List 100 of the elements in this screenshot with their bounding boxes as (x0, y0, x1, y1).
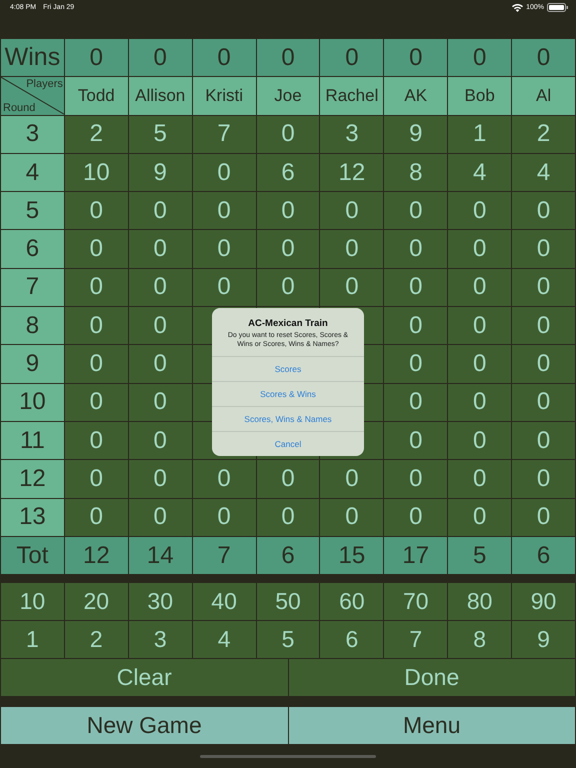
score-cell[interactable]: 4 (448, 154, 512, 192)
dialog-action[interactable]: Cancel (212, 431, 364, 456)
score-cell[interactable]: 0 (64, 498, 128, 536)
keypad-key[interactable]: 6 (320, 621, 384, 658)
score-cell[interactable]: 0 (448, 460, 512, 498)
score-cell[interactable]: 0 (512, 230, 575, 268)
score-cell[interactable]: 0 (512, 307, 575, 344)
score-cell[interactable]: 0 (64, 268, 128, 306)
score-cell[interactable]: 0 (384, 230, 448, 268)
score-cell[interactable]: 10 (64, 154, 128, 192)
score-cell[interactable]: 0 (128, 192, 192, 230)
score-cell[interactable]: 0 (256, 192, 320, 230)
score-cell[interactable]: 0 (384, 268, 448, 306)
keypad-key[interactable]: 50 (256, 583, 320, 620)
player-name[interactable]: Joe (256, 77, 320, 115)
keypad-key[interactable]: 90 (512, 583, 575, 620)
score-cell[interactable]: 0 (384, 498, 448, 536)
score-cell[interactable]: 0 (128, 498, 192, 536)
keypad-key[interactable]: 80 (448, 583, 512, 620)
score-cell[interactable]: 0 (384, 345, 448, 383)
dialog-action[interactable]: Scores & Wins (212, 381, 364, 406)
player-name[interactable]: Bob (448, 77, 512, 115)
player-name[interactable]: Allison (128, 77, 192, 115)
score-cell[interactable]: 0 (320, 460, 384, 498)
score-cell[interactable]: 0 (448, 498, 512, 536)
score-cell[interactable]: 0 (64, 422, 128, 460)
keypad-key[interactable]: 70 (384, 583, 448, 620)
dialog-action[interactable]: Scores (212, 356, 364, 381)
score-cell[interactable]: 0 (512, 268, 575, 306)
keypad-key[interactable]: 20 (64, 583, 128, 620)
keypad-key[interactable]: 8 (448, 621, 512, 658)
score-cell[interactable]: 0 (128, 384, 192, 421)
keypad-key[interactable]: 10 (1, 583, 64, 620)
score-cell[interactable]: 12 (320, 154, 384, 192)
score-cell[interactable]: 7 (192, 116, 256, 153)
keypad-key[interactable]: 60 (320, 583, 384, 620)
score-cell[interactable]: 6 (256, 154, 320, 192)
bottom-button[interactable]: Menu (288, 707, 575, 744)
score-cell[interactable]: 0 (448, 268, 512, 306)
score-cell[interactable]: 9 (128, 154, 192, 192)
score-cell[interactable]: 0 (384, 460, 448, 498)
score-cell[interactable]: 0 (192, 230, 256, 268)
player-name[interactable]: AK (384, 77, 448, 115)
keypad-key[interactable]: 7 (384, 621, 448, 658)
score-cell[interactable]: 8 (384, 154, 448, 192)
score-cell[interactable]: 0 (256, 116, 320, 153)
score-cell[interactable]: 0 (448, 345, 512, 383)
keypad-key[interactable]: 3 (128, 621, 192, 658)
score-cell[interactable]: 0 (448, 230, 512, 268)
keypad-action-button[interactable]: Clear (1, 659, 288, 696)
score-cell[interactable]: 0 (128, 307, 192, 344)
score-cell[interactable]: 0 (320, 498, 384, 536)
score-cell[interactable]: 0 (384, 192, 448, 230)
score-cell[interactable]: 1 (448, 116, 512, 153)
score-cell[interactable]: 0 (448, 384, 512, 421)
score-cell[interactable]: 0 (512, 345, 575, 383)
dialog-action[interactable]: Scores, Wins & Names (212, 406, 364, 431)
score-cell[interactable]: 0 (64, 345, 128, 383)
score-cell[interactable]: 9 (384, 116, 448, 153)
player-name[interactable]: Al (512, 77, 575, 115)
score-cell[interactable]: 0 (512, 384, 575, 421)
score-cell[interactable]: 0 (64, 384, 128, 421)
score-cell[interactable]: 0 (128, 460, 192, 498)
keypad-key[interactable]: 2 (64, 621, 128, 658)
keypad-key[interactable]: 1 (1, 621, 64, 658)
score-cell[interactable]: 0 (128, 268, 192, 306)
score-cell[interactable]: 0 (64, 307, 128, 344)
score-cell[interactable]: 0 (384, 307, 448, 344)
score-cell[interactable]: 0 (512, 192, 575, 230)
score-cell[interactable]: 0 (192, 268, 256, 306)
score-cell[interactable]: 5 (128, 116, 192, 153)
score-cell[interactable]: 3 (320, 116, 384, 153)
player-name[interactable]: Todd (64, 77, 128, 115)
score-cell[interactable]: 0 (320, 268, 384, 306)
score-cell[interactable]: 0 (320, 192, 384, 230)
score-cell[interactable]: 2 (64, 116, 128, 153)
score-cell[interactable]: 0 (448, 422, 512, 460)
score-cell[interactable]: 0 (64, 230, 128, 268)
player-name[interactable]: Rachel (320, 77, 384, 115)
score-cell[interactable]: 0 (384, 384, 448, 421)
score-cell[interactable]: 4 (512, 154, 575, 192)
score-cell[interactable]: 0 (384, 422, 448, 460)
score-cell[interactable]: 0 (256, 498, 320, 536)
score-cell[interactable]: 0 (64, 192, 128, 230)
score-cell[interactable]: 0 (192, 192, 256, 230)
score-cell[interactable]: 0 (448, 192, 512, 230)
score-cell[interactable]: 2 (512, 116, 575, 153)
score-cell[interactable]: 0 (448, 307, 512, 344)
keypad-key[interactable]: 9 (512, 621, 575, 658)
score-cell[interactable]: 0 (128, 230, 192, 268)
score-cell[interactable]: 0 (256, 230, 320, 268)
score-cell[interactable]: 0 (512, 460, 575, 498)
score-cell[interactable]: 0 (192, 154, 256, 192)
score-cell[interactable]: 0 (256, 268, 320, 306)
score-cell[interactable]: 0 (320, 230, 384, 268)
score-cell[interactable]: 0 (512, 498, 575, 536)
score-cell[interactable]: 0 (512, 422, 575, 460)
score-cell[interactable]: 0 (192, 460, 256, 498)
keypad-key[interactable]: 40 (192, 583, 256, 620)
keypad-key[interactable]: 30 (128, 583, 192, 620)
